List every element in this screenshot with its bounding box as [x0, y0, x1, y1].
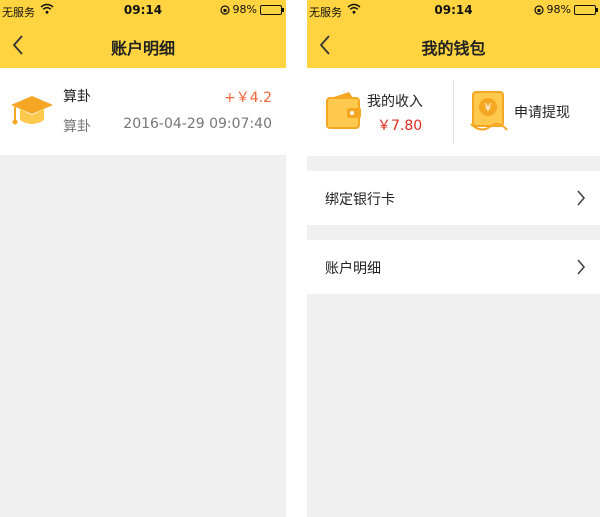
battery-percent: 98% [232, 3, 257, 16]
withdraw-label: 申请提现 [514, 105, 570, 121]
list-item-label: 账户明细 [325, 261, 381, 277]
svg-text:¥: ¥ [485, 101, 492, 114]
income-label: 我的收入 [367, 94, 423, 110]
yuan-note-icon: ¥ [470, 91, 508, 131]
graduation-cap-icon [11, 96, 53, 125]
my-wallet-screen: 无服务 09:14 98% 我的钱包 我的收入 ￥7.80 ¥ 申请提现 绑定银… [307, 0, 600, 517]
account-details-row[interactable]: 账户明细 [307, 240, 600, 294]
chevron-right-icon [577, 190, 586, 206]
nav-bar: 账户明细 [0, 22, 286, 68]
status-right: 98% [219, 3, 284, 16]
page-title: 账户明细 [110, 39, 175, 58]
wallet-summary: 我的收入 ￥7.80 ¥ 申请提现 [307, 68, 600, 156]
wallet-icon [326, 92, 361, 129]
status-right: 98% [533, 3, 598, 16]
transaction-subtitle: 算卦 [63, 119, 91, 135]
transaction-title: 算卦 [63, 89, 91, 105]
battery-percent: 98% [546, 3, 571, 16]
orientation-lock-icon [219, 4, 230, 15]
page-title: 我的钱包 [421, 39, 486, 58]
list-item-label: 绑定银行卡 [325, 192, 395, 208]
chevron-right-icon [577, 259, 586, 275]
divider [453, 80, 454, 144]
account-details-screen: 无服务 09:14 98% 账户明细 算卦 算卦 +￥4.2 2016-04-2… [0, 0, 286, 517]
nav-bar: 我的钱包 [307, 22, 600, 68]
bind-bank-card-row[interactable]: 绑定银行卡 [307, 171, 600, 225]
status-bar: 无服务 09:14 98% [307, 0, 600, 22]
orientation-lock-icon [533, 4, 544, 15]
transaction-row[interactable]: 算卦 算卦 +￥4.2 2016-04-29 09:07:40 [0, 68, 286, 155]
status-bar: 无服务 09:14 98% [0, 0, 286, 22]
battery-icon [260, 4, 284, 15]
transaction-datetime: 2016-04-29 09:07:40 [123, 116, 272, 132]
battery-icon [574, 4, 598, 15]
transaction-amount: +￥4.2 [224, 90, 272, 106]
income-value: ￥7.80 [377, 118, 423, 134]
